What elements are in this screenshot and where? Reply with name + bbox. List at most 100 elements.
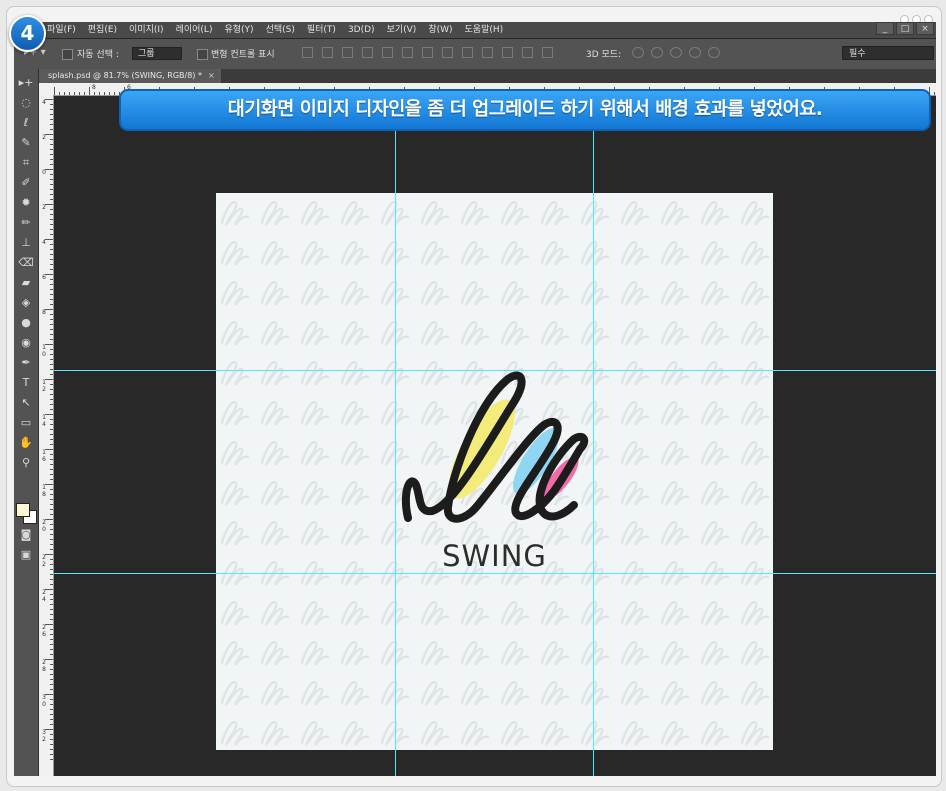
ruler-tick xyxy=(50,139,53,140)
distribute-left-icon[interactable] xyxy=(482,47,493,58)
toolbox: ▸+ ◌ ℓ ✎ ⌗ ✐ ✹ ✏ ⊥ ⌫ ▰ ◈ ● ◉ ✒ T ↖ ▭ ✋ ⚲ ◙ ▣ xyxy=(14,69,39,776)
stamp-tool-icon[interactable]: ⊥ xyxy=(14,233,38,253)
shape-tool-icon[interactable]: ▭ xyxy=(14,413,38,433)
menu-bar: 파일(F) 편집(E) 이미지(I) 레이어(L) 유형(Y) 선택(S) 필터(T) 3D(… xyxy=(14,22,936,38)
ruler-tick xyxy=(45,169,53,170)
ruler-tick xyxy=(50,524,53,525)
guide-horizontal-top[interactable] xyxy=(54,370,936,371)
transform-controls-checkbox[interactable] xyxy=(197,49,208,60)
ruler-tick xyxy=(50,549,53,550)
guide-vertical-left[interactable] xyxy=(395,95,396,776)
brush-tool-icon[interactable]: ✏ xyxy=(14,213,38,233)
menu-item[interactable]: 레이어(L) xyxy=(171,22,220,38)
auto-select-dropdown[interactable]: 그룹 xyxy=(132,47,182,60)
align-top-icon[interactable] xyxy=(302,47,313,58)
menu-item[interactable]: 필터(T) xyxy=(302,22,343,38)
ruler-tick xyxy=(45,414,53,415)
gradient-tool-icon[interactable]: ◈ xyxy=(14,293,38,313)
auto-select-checkbox[interactable] xyxy=(62,49,73,60)
close-tab-icon[interactable]: × xyxy=(208,71,215,80)
maximize-button[interactable]: □ xyxy=(896,22,914,35)
path-select-tool-icon[interactable]: ↖ xyxy=(14,393,38,413)
menu-item[interactable]: 도움말(H) xyxy=(460,22,511,38)
ruler-tick xyxy=(45,659,53,660)
align-vcenter-icon[interactable] xyxy=(322,47,333,58)
screen-mode-icon[interactable]: ▣ xyxy=(14,545,38,565)
ruler-tick xyxy=(45,204,53,205)
ruler-tick xyxy=(50,229,53,230)
ruler-origin[interactable] xyxy=(39,83,54,95)
ruler-tick xyxy=(50,489,53,490)
ruler-tick xyxy=(50,434,53,435)
menu-item[interactable]: 편집(E) xyxy=(83,22,124,38)
hand-tool-icon[interactable]: ✋ xyxy=(14,433,38,453)
menu-item[interactable]: 선택(S) xyxy=(261,22,302,38)
menu-item[interactable]: 파일(F) xyxy=(42,22,83,38)
ruler-tick xyxy=(50,219,53,220)
ruler-tick xyxy=(50,544,53,545)
quick-select-tool-icon[interactable]: ✎ xyxy=(14,133,38,153)
roll-3d-icon[interactable] xyxy=(651,47,663,58)
ruler-tick xyxy=(50,559,53,560)
ruler-tick xyxy=(50,609,53,610)
marquee-tool-icon[interactable]: ◌ xyxy=(14,93,38,113)
align-hcenter-icon[interactable] xyxy=(382,47,393,58)
healing-tool-icon[interactable]: ✹ xyxy=(14,193,38,213)
auto-align-icon[interactable] xyxy=(542,47,553,58)
eraser-tool-icon[interactable]: ▰ xyxy=(14,273,38,293)
distribute-top-icon[interactable] xyxy=(422,47,433,58)
distribute-hcenter-icon[interactable] xyxy=(502,47,513,58)
align-bottom-icon[interactable] xyxy=(342,47,353,58)
menu-item[interactable]: 이미지(I) xyxy=(124,22,171,38)
distribute-bottom-icon[interactable] xyxy=(462,47,473,58)
blur-tool-icon[interactable]: ● xyxy=(14,313,38,333)
crop-tool-icon[interactable]: ⌗ xyxy=(14,153,38,173)
ruler-tick xyxy=(50,574,53,575)
workspace-dropdown[interactable]: 필수 xyxy=(842,46,934,60)
ruler-tick xyxy=(50,399,53,400)
ruler-label: 1 2 xyxy=(42,379,46,393)
ruler-tick xyxy=(74,92,75,95)
distribute-right-icon[interactable] xyxy=(522,47,533,58)
ruler-label: 3 0 xyxy=(42,694,46,708)
menu-item[interactable]: 3D(D) xyxy=(343,22,382,38)
ruler-tick xyxy=(50,409,53,410)
ruler-label: 2 2 xyxy=(42,554,46,568)
ruler-tick xyxy=(50,479,53,480)
document-tab[interactable]: splash.psd @ 81.7% (SWING, RGB/8) * × xyxy=(39,69,221,83)
type-tool-icon[interactable]: T xyxy=(14,373,38,393)
scale-3d-icon[interactable] xyxy=(708,47,720,58)
ruler-tick xyxy=(50,734,53,735)
ruler-tick xyxy=(50,429,53,430)
guide-horizontal-bottom[interactable] xyxy=(54,573,936,574)
menu-item[interactable]: 유형(Y) xyxy=(219,22,260,38)
zoom-tool-icon[interactable]: ⚲ xyxy=(14,453,38,473)
distribute-vcenter-icon[interactable] xyxy=(442,47,453,58)
ruler-tick xyxy=(45,519,53,520)
ruler-tick xyxy=(50,724,53,725)
ruler-tick xyxy=(50,754,53,755)
align-right-icon[interactable] xyxy=(402,47,413,58)
history-brush-tool-icon[interactable]: ⌫ xyxy=(14,253,38,273)
quick-mask-icon[interactable]: ◙ xyxy=(14,525,38,545)
align-left-icon[interactable] xyxy=(362,47,373,58)
eyedropper-tool-icon[interactable]: ✐ xyxy=(14,173,38,193)
minimize-button[interactable]: _ xyxy=(876,22,894,35)
close-button[interactable]: × xyxy=(916,22,934,35)
drag-3d-icon[interactable] xyxy=(670,47,682,58)
dodge-tool-icon[interactable]: ◉ xyxy=(14,333,38,353)
slide-3d-icon[interactable] xyxy=(689,47,701,58)
guide-vertical-right[interactable] xyxy=(593,95,594,776)
pen-tool-icon[interactable]: ✒ xyxy=(14,353,38,373)
menu-item[interactable]: 창(W) xyxy=(423,22,459,38)
menu-item[interactable]: 보기(V) xyxy=(382,22,424,38)
foreground-color-swatch[interactable] xyxy=(16,503,30,517)
rotate-3d-icon[interactable] xyxy=(632,47,644,58)
ruler-tick xyxy=(50,179,53,180)
lasso-tool-icon[interactable]: ℓ xyxy=(14,113,38,133)
vertical-ruler[interactable]: 4 2 0 2 4 6 8 1 0 1 2 1 4 1 6 1 8 2 0 2 2 2 4 2 6 2 8 3 0… xyxy=(39,95,54,776)
document-canvas[interactable]: SWING xyxy=(216,193,773,750)
ruler-tick xyxy=(50,419,53,420)
ruler-label: 4 xyxy=(42,99,46,106)
move-tool-icon[interactable]: ▸+ xyxy=(14,73,38,93)
